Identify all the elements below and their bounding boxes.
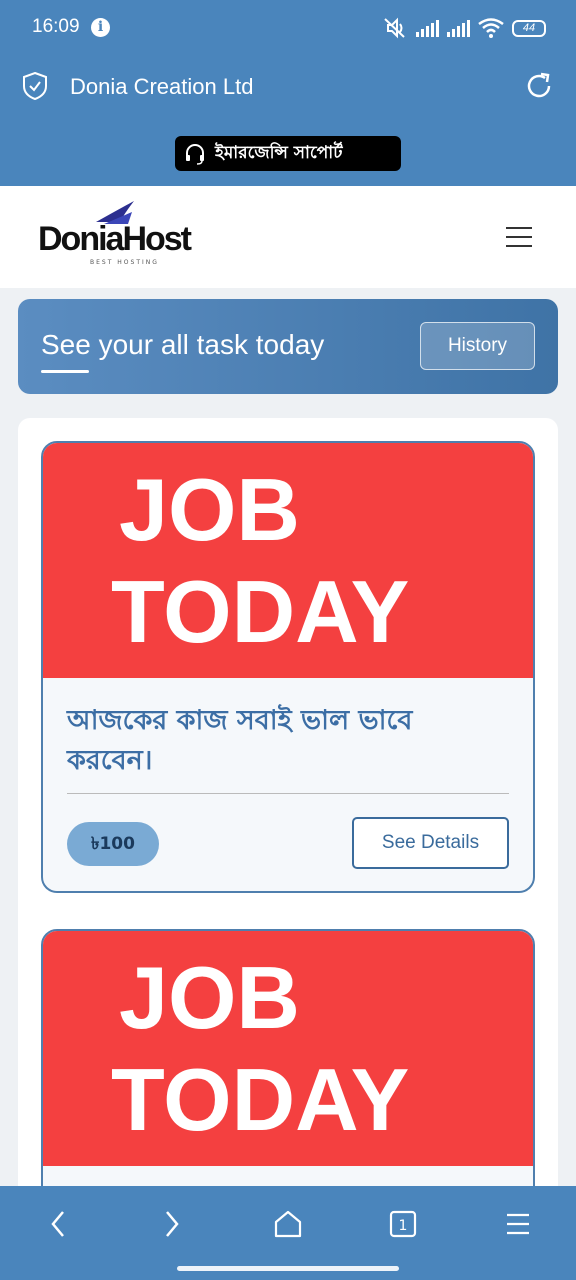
site-header: DoniaHost BEST HOSTING (0, 186, 576, 288)
svg-text:1: 1 (399, 1218, 408, 1234)
status-icons: 44 (382, 16, 546, 40)
url-bar[interactable]: Donia Creation Ltd (0, 58, 576, 114)
shield-icon[interactable] (22, 72, 48, 100)
signal-icon (447, 19, 470, 37)
wifi-icon (478, 18, 504, 38)
reload-icon[interactable] (524, 71, 554, 101)
site-name[interactable]: Donia Creation Ltd (70, 74, 253, 100)
job-today-image: JOB TODAY (43, 931, 533, 1166)
job-image-line1: JOB (119, 948, 300, 1047)
home-icon[interactable] (268, 1204, 308, 1244)
job-image-line1: JOB (119, 460, 300, 559)
emergency-support-button[interactable]: ইমারজেন্সি সাপোর্ট (175, 136, 401, 171)
battery-icon: 44 (512, 19, 546, 37)
banner-title: See your all task today (41, 329, 325, 360)
emergency-label: ইমারজেন্সি সাপোর্ট (215, 142, 343, 163)
logo[interactable]: DoniaHost BEST HOSTING (38, 200, 218, 270)
history-button[interactable]: History (420, 322, 535, 370)
forward-icon[interactable] (152, 1204, 192, 1244)
task-card[interactable]: JOB TODAY (41, 929, 535, 1229)
back-icon[interactable] (38, 1204, 78, 1244)
task-card[interactable]: JOB TODAY আজকের কাজ সবাই ভাল ভাবে করবেন।… (41, 441, 535, 893)
price-badge: ৳100 (67, 822, 159, 866)
browser-chrome: 16:09 i 44 Donia Creation Ltd ইমারজেন্সি… (0, 0, 576, 186)
task-title: আজকের কাজ সবাই ভাল ভাবে করবেন। (67, 705, 413, 776)
title-underline (41, 370, 89, 373)
headset-icon (186, 143, 204, 165)
status-bar: 16:09 i 44 (0, 0, 576, 58)
logo-text: DoniaHost (38, 220, 192, 258)
task-banner: See your all task today History (18, 299, 558, 394)
status-time: 16:09 (32, 16, 80, 37)
signal-icon (416, 19, 439, 37)
mute-icon (384, 17, 405, 39)
info-icon: i (91, 18, 110, 37)
task-list: JOB TODAY আজকের কাজ সবাই ভাল ভাবে করবেন।… (18, 418, 558, 1229)
gesture-home-bar[interactable] (177, 1266, 399, 1271)
job-image-line2: TODAY (111, 1050, 410, 1149)
tabs-icon[interactable]: 1 (383, 1204, 423, 1244)
logo-tagline: BEST HOSTING (90, 259, 159, 266)
card-divider (67, 793, 509, 794)
job-image-line2: TODAY (111, 562, 410, 661)
browser-menu-icon[interactable] (498, 1204, 538, 1244)
hamburger-menu-icon[interactable] (506, 227, 532, 247)
job-today-image: JOB TODAY (43, 443, 533, 678)
see-details-button[interactable]: See Details (352, 817, 509, 869)
